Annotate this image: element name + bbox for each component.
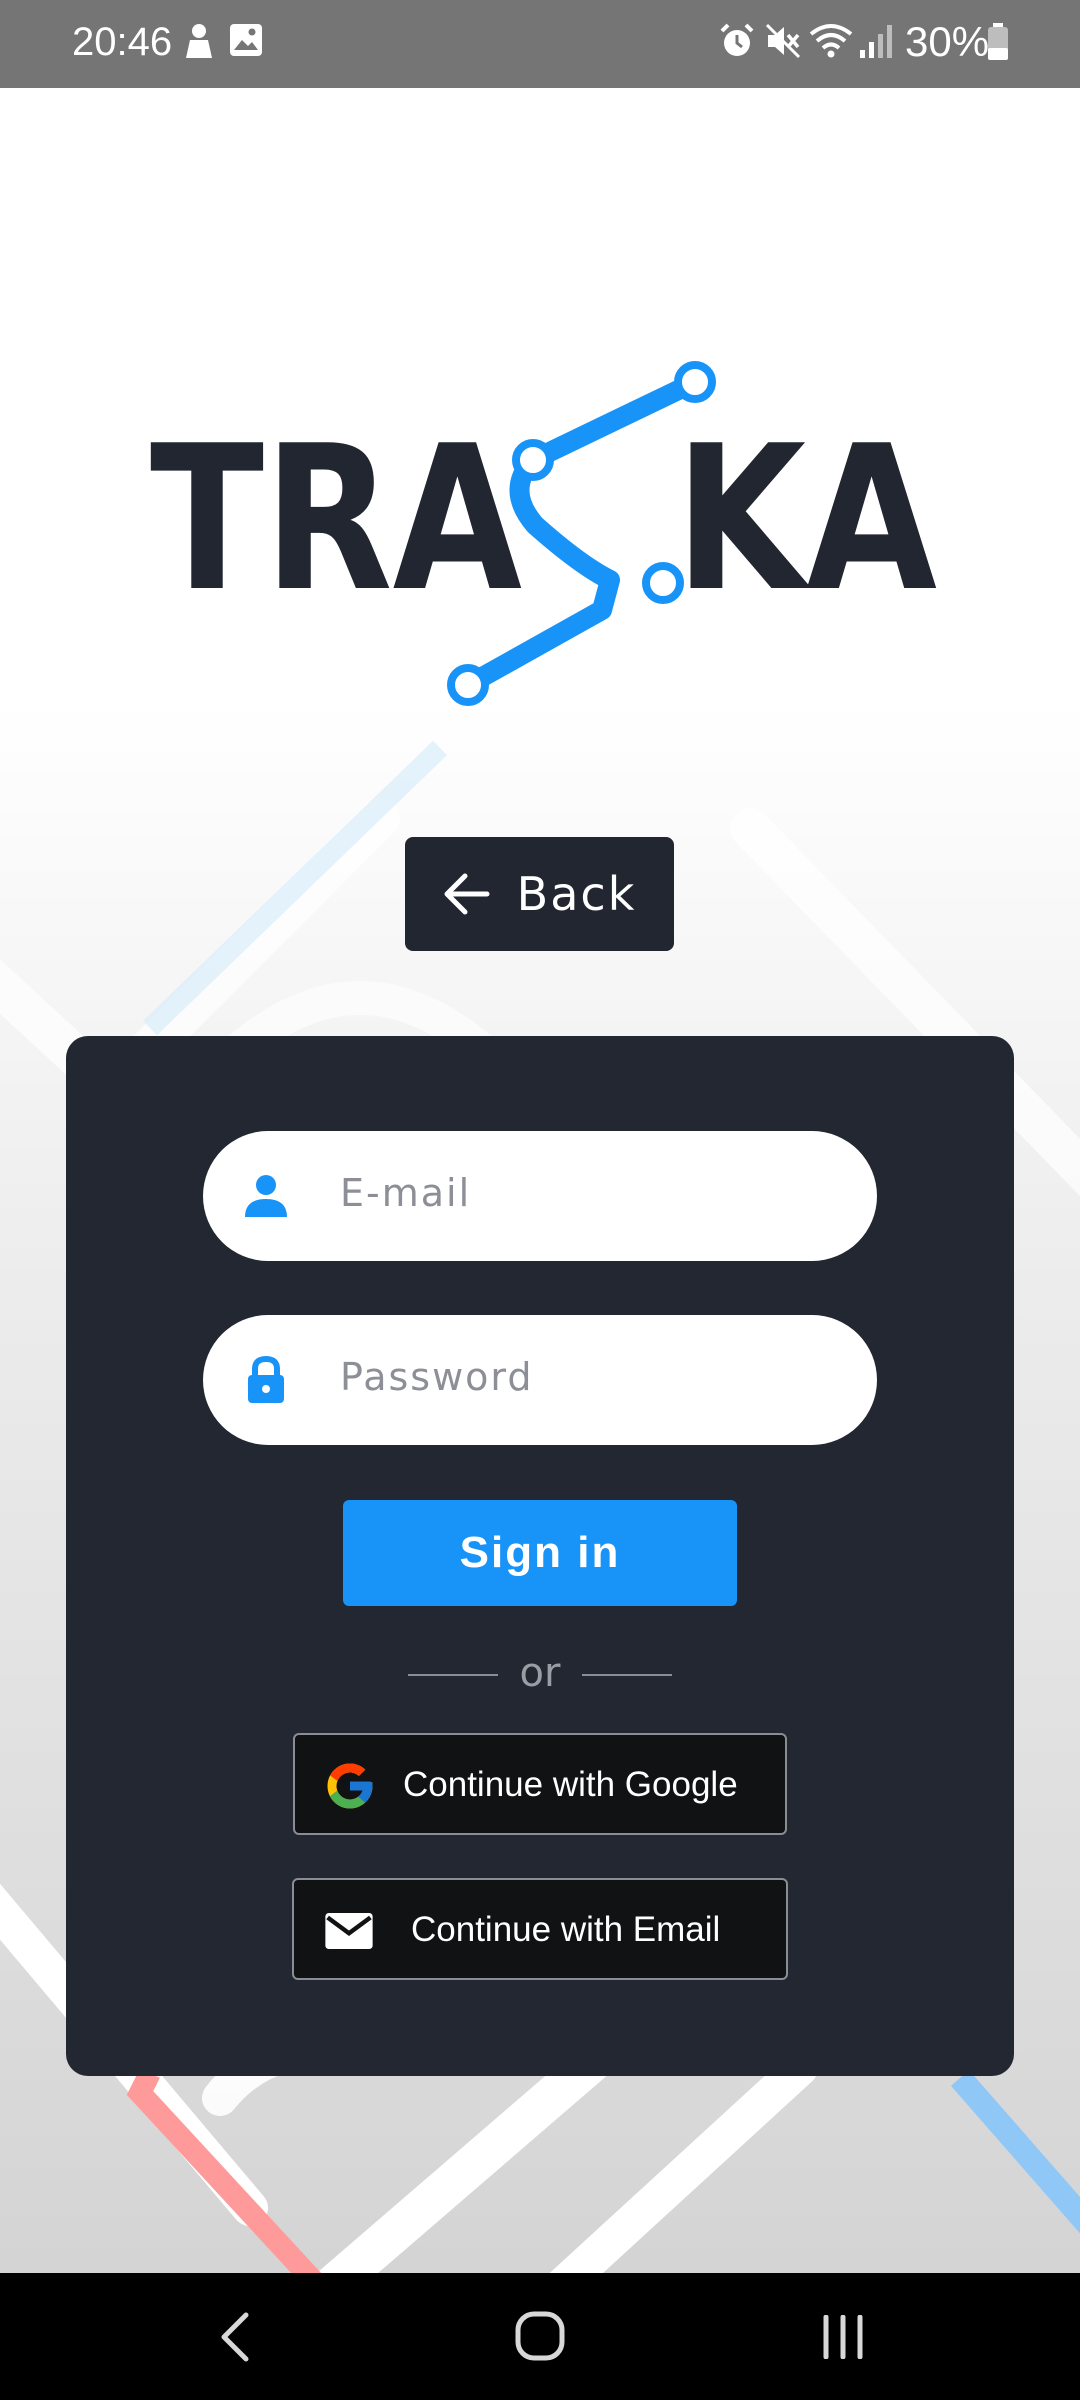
alarm-icon — [720, 23, 754, 56]
back-button-label: Back — [516, 867, 637, 921]
svg-text:TRA: TRA — [150, 403, 522, 636]
wifi-icon — [809, 24, 853, 58]
back-button[interactable]: Back — [405, 837, 674, 951]
back-nav-icon[interactable] — [218, 2311, 252, 2363]
mute-icon — [765, 23, 801, 59]
sign-in-button[interactable]: Sign in — [343, 1500, 737, 1606]
continue-with-email-button[interactable]: Continue with Email — [292, 1878, 788, 1980]
login-card: E-mail Password Sign in or Continue with… — [66, 1036, 1014, 2076]
email-button-label: Continue with Email — [411, 1910, 721, 1949]
system-nav-bar — [0, 2273, 1080, 2400]
status-time: 20:46 — [72, 20, 173, 64]
continue-with-google-button[interactable]: Continue with Google — [293, 1733, 787, 1835]
recents-nav-icon[interactable] — [820, 2315, 866, 2359]
battery-icon — [988, 23, 1008, 60]
home-nav-icon[interactable] — [514, 2310, 566, 2362]
divider-text: or — [519, 1650, 561, 1696]
traska-logo: TRA KA — [150, 361, 937, 706]
email-field[interactable]: E-mail — [203, 1131, 877, 1261]
or-divider: or — [408, 1650, 672, 1700]
person-icon — [245, 1175, 287, 1217]
lock-icon — [248, 1355, 284, 1403]
arrow-left-icon — [444, 873, 490, 915]
mail-icon — [325, 1913, 373, 1949]
battery-percentage: 30% — [905, 18, 990, 65]
signal-icon — [860, 25, 892, 58]
password-placeholder: Password — [340, 1355, 534, 1399]
person-icon — [186, 24, 212, 58]
google-g-icon — [327, 1763, 373, 1809]
password-field[interactable]: Password — [203, 1315, 877, 1445]
svg-text:KA: KA — [675, 403, 937, 636]
google-button-label: Continue with Google — [403, 1765, 738, 1804]
email-placeholder: E-mail — [340, 1171, 472, 1215]
gallery-icon — [230, 24, 262, 56]
status-bar: 20:46 30% — [0, 0, 1080, 88]
sign-in-label: Sign in — [459, 1528, 621, 1577]
